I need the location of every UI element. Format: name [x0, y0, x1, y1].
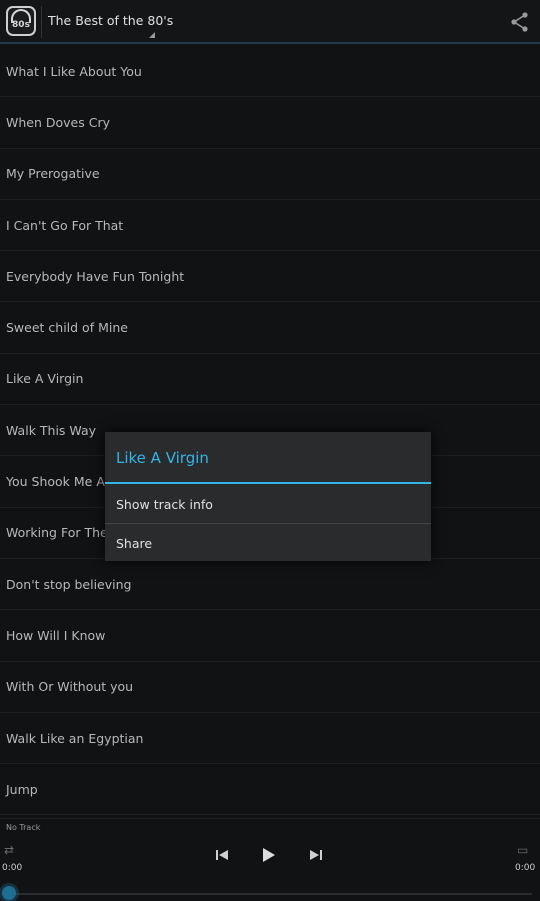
- repeat-icon[interactable]: ▭: [517, 843, 528, 857]
- track-title: With Or Without you: [6, 679, 134, 695]
- track-title: Walk Like an Egyptian: [6, 730, 144, 746]
- track-title: When Doves Cry: [6, 114, 110, 130]
- show-track-info-option[interactable]: Show track info: [105, 486, 431, 522]
- track-context-dialog: Like A Virgin Show track info Share: [105, 432, 431, 561]
- track-row[interactable]: Everybody Have Fun Tonight: [0, 251, 540, 303]
- track-row[interactable]: I Can't Go For That: [0, 200, 540, 252]
- track-title: How Will I Know: [6, 627, 106, 643]
- track-duration: 0:00: [515, 863, 536, 873]
- track-title: Don't stop believing: [6, 576, 132, 592]
- share-icon[interactable]: [508, 10, 532, 34]
- track-row[interactable]: Like A Virgin: [0, 354, 540, 406]
- dialog-title-divider: [105, 482, 431, 484]
- skip-previous-icon[interactable]: [212, 847, 232, 863]
- now-playing-label: No Track: [6, 823, 41, 832]
- seek-thumb[interactable]: [2, 886, 16, 900]
- track-row[interactable]: When Doves Cry: [0, 97, 540, 149]
- dialog-title: Like A Virgin: [116, 449, 209, 467]
- player-controls: No Track ⇄ ▭ 0:00 0:00: [0, 818, 540, 901]
- share-option[interactable]: Share: [105, 525, 431, 561]
- track-title: My Prerogative: [6, 166, 100, 182]
- skip-next-icon[interactable]: [306, 847, 326, 863]
- track-title: Walk This Way: [6, 422, 97, 438]
- elapsed-time: 0:00: [2, 863, 23, 873]
- track-row[interactable]: Don't stop believing: [0, 559, 540, 611]
- action-bar: 80s The Best of the 80's: [0, 0, 540, 44]
- track-title: Sweet child of Mine: [6, 320, 128, 336]
- track-row[interactable]: How Will I Know: [0, 610, 540, 662]
- track-row[interactable]: Jump: [0, 764, 540, 816]
- play-icon[interactable]: [258, 845, 278, 865]
- track-title: I Can't Go For That: [6, 217, 124, 233]
- track-row[interactable]: Sweet child of Mine: [0, 302, 540, 354]
- shuffle-icon[interactable]: ⇄: [4, 843, 14, 857]
- playlist-spinner[interactable]: The Best of the 80's: [48, 13, 173, 28]
- track-row[interactable]: My Prerogative: [0, 149, 540, 200]
- track-row[interactable]: With Or Without you: [0, 662, 540, 713]
- track-title: Jump: [6, 781, 38, 797]
- track-title: Like A Virgin: [6, 371, 84, 387]
- app-logo-text: 80s: [12, 20, 30, 30]
- track-title: What I Like About You: [6, 63, 142, 79]
- track-title: Everybody Have Fun Tonight: [6, 268, 185, 284]
- action-bar-divider: [41, 6, 42, 38]
- seek-bar[interactable]: [8, 893, 532, 895]
- dialog-item-divider: [105, 523, 431, 524]
- track-row[interactable]: Walk Like an Egyptian: [0, 713, 540, 765]
- spinner-arrow-icon: [149, 32, 155, 38]
- track-list: What I Like About You When Doves Cry My …: [0, 46, 540, 816]
- track-row[interactable]: What I Like About You: [0, 46, 540, 98]
- app-logo-icon[interactable]: 80s: [6, 6, 36, 36]
